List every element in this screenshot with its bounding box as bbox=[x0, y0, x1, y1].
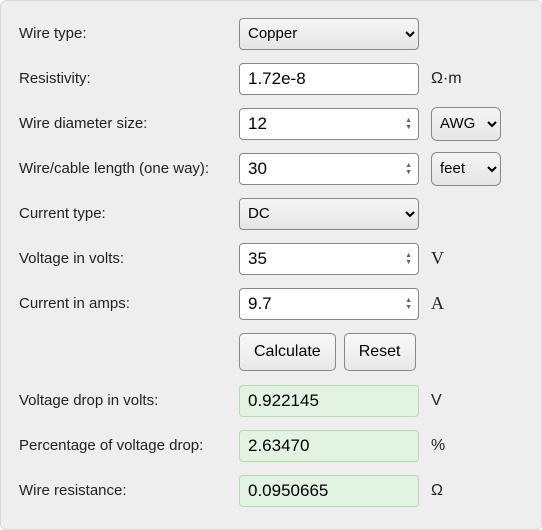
wire-res-label: Wire resistance: bbox=[19, 482, 239, 499]
length-spinner[interactable]: ▲▼ bbox=[405, 162, 412, 176]
calculate-button[interactable]: Calculate bbox=[239, 333, 336, 371]
current-spinner[interactable]: ▲▼ bbox=[405, 297, 412, 311]
current-type-label: Current type: bbox=[19, 205, 239, 222]
voltage-unit: V bbox=[419, 248, 519, 269]
wire-type-label: Wire type: bbox=[19, 25, 239, 42]
wire-res-result: 0.0950665 bbox=[239, 475, 419, 507]
current-unit: A bbox=[419, 293, 519, 314]
current-label: Current in amps: bbox=[19, 295, 239, 312]
length-input[interactable]: 30 ▲▼ bbox=[239, 153, 419, 185]
resistivity-input[interactable] bbox=[239, 63, 419, 95]
voltage-spinner[interactable]: ▲▼ bbox=[405, 252, 412, 266]
voltage-label: Voltage in volts: bbox=[19, 250, 239, 267]
resistivity-unit: Ω·m bbox=[419, 70, 519, 88]
current-input[interactable]: 9.7 ▲▼ bbox=[239, 288, 419, 320]
current-type-select[interactable]: DC bbox=[239, 198, 419, 230]
diameter-label: Wire diameter size: bbox=[19, 115, 239, 132]
length-label: Wire/cable length (one way): bbox=[19, 160, 239, 177]
diameter-input[interactable]: 12 ▲▼ bbox=[239, 108, 419, 140]
vdrop-pct-unit: % bbox=[419, 437, 519, 455]
wire-res-unit: Ω bbox=[419, 482, 519, 500]
diameter-unit-select[interactable]: AWG bbox=[431, 107, 501, 141]
calculator-panel: Wire type: Copper Resistivity: Ω·m Wire … bbox=[0, 0, 542, 530]
vdrop-pct-result: 2.63470 bbox=[239, 430, 419, 462]
vdrop-unit: V bbox=[419, 392, 519, 410]
vdrop-result: 0.922145 bbox=[239, 385, 419, 417]
resistivity-label: Resistivity: bbox=[19, 70, 239, 87]
wire-type-select[interactable]: Copper bbox=[239, 18, 419, 50]
vdrop-label: Voltage drop in volts: bbox=[19, 392, 239, 409]
length-unit-select[interactable]: feet bbox=[431, 152, 501, 186]
diameter-spinner[interactable]: ▲▼ bbox=[405, 117, 412, 131]
vdrop-pct-label: Percentage of voltage drop: bbox=[19, 437, 239, 454]
reset-button[interactable]: Reset bbox=[344, 333, 416, 371]
voltage-input[interactable]: 35 ▲▼ bbox=[239, 243, 419, 275]
